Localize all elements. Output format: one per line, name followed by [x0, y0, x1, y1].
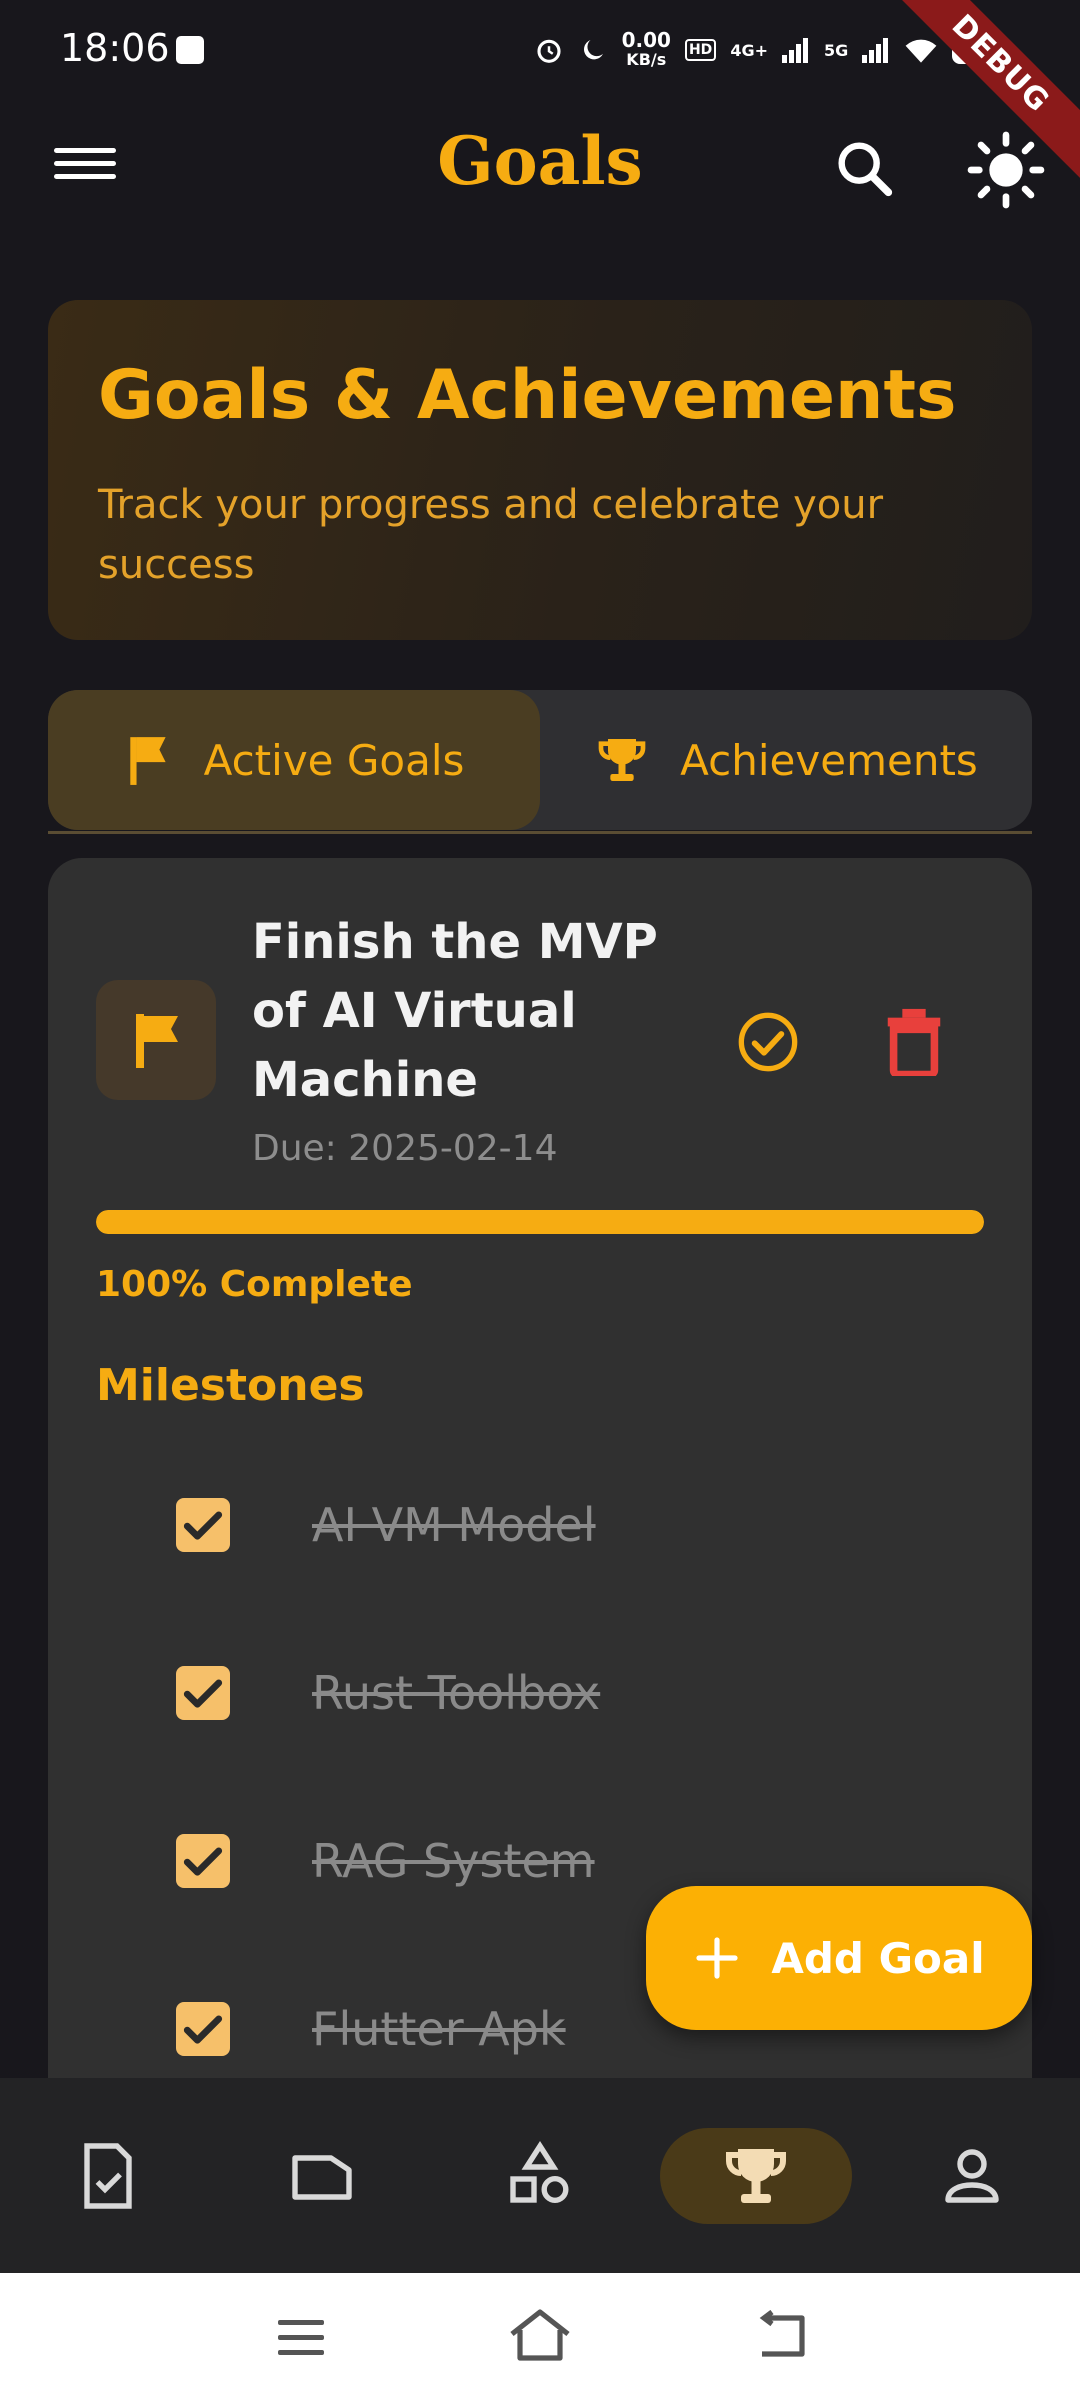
home-button[interactable]	[508, 2308, 572, 2364]
task-check-icon	[84, 2143, 132, 2209]
goal-title: Finish the MVP of AI Virtual Machine	[252, 914, 658, 1108]
checkmark-icon	[183, 1679, 223, 1708]
delete-goal-button[interactable]	[884, 1006, 944, 1079]
person-icon	[945, 2149, 999, 2203]
usb-debug-icon	[176, 36, 204, 64]
signal-bars-icon	[781, 38, 808, 63]
add-goal-button[interactable]: Add Goal	[646, 1886, 1032, 2030]
milestone-label: AI VM Model	[312, 1498, 596, 1552]
milestone-label: Rust Toolbox	[312, 1666, 601, 1720]
nav-item-notes[interactable]	[286, 2140, 358, 2212]
tab-label-active-goals: Active Goals	[203, 735, 465, 785]
home-icon	[510, 2309, 570, 2361]
hero-title: Goals & Achievements	[98, 356, 957, 435]
wifi-icon	[905, 39, 937, 63]
milestone-item[interactable]: RAG System	[176, 1834, 595, 1888]
trash-icon	[887, 1008, 941, 1079]
recent-apps-button[interactable]	[276, 2316, 326, 2360]
tab-active-goals-content: Active Goals	[48, 690, 540, 830]
trophy-icon	[598, 739, 646, 781]
back-button[interactable]	[754, 2309, 810, 2362]
plus-icon	[696, 1937, 738, 1979]
goal-progress-bar	[96, 1210, 984, 1234]
goal-due-date: Due: 2025-02-14	[252, 1128, 558, 1169]
menu-lines-icon	[278, 2320, 324, 2355]
hd-icon: HD	[684, 39, 717, 61]
nav-item-shapes[interactable]	[504, 2140, 576, 2212]
milestone-item[interactable]: Flutter Apk	[176, 2002, 566, 2056]
milestone-checkbox[interactable]	[176, 1834, 230, 1888]
net-speed-value: 0.00	[621, 28, 671, 52]
milestone-checkbox[interactable]	[176, 2002, 230, 2056]
milestone-item[interactable]: Rust Toolbox	[176, 1666, 600, 1720]
folder-icon	[292, 2155, 352, 2200]
nav-item-tasks[interactable]	[72, 2140, 144, 2212]
trophy-icon	[726, 2149, 786, 2203]
milestone-checkbox[interactable]	[176, 1498, 230, 1552]
hero-subtitle: Track your progress and celebrate your s…	[98, 482, 884, 588]
shapes-icon	[510, 2141, 569, 2203]
sun-icon	[967, 131, 1045, 209]
check-circle-icon	[738, 1012, 798, 1072]
theme-toggle-button[interactable]	[966, 130, 1046, 210]
alarm-icon	[537, 39, 561, 63]
back-arrow-icon	[759, 2309, 805, 2357]
tab-achievements[interactable]: Achievements	[540, 690, 1032, 830]
checkmark-icon	[183, 1511, 223, 1540]
signal-label-1: 4G+	[730, 40, 768, 60]
tab-label-achievements: Achievements	[680, 735, 978, 785]
goal-progress-text: 100% Complete	[96, 1264, 413, 1305]
flag-icon	[136, 1014, 178, 1068]
page-title: Goals	[437, 122, 643, 200]
checkmark-icon	[183, 2015, 223, 2044]
add-goal-label: Add Goal	[771, 1933, 985, 1983]
nav-item-goals[interactable]	[720, 2140, 792, 2212]
goal-progress-fill	[96, 1210, 984, 1234]
milestone-checkbox[interactable]	[176, 1666, 230, 1720]
status-time: 18:06	[60, 26, 170, 70]
net-speed-unit: KB/s	[626, 50, 667, 69]
search-icon	[838, 142, 893, 197]
tab-divider	[48, 831, 1032, 834]
milestones-heading: Milestones	[96, 1360, 365, 1411]
milestone-label: Flutter Apk	[312, 2002, 566, 2056]
checkmark-icon	[183, 1847, 223, 1876]
moon-icon	[583, 40, 603, 60]
net-speed: 0.00 KB/s	[622, 30, 671, 70]
signal-bars-icon-2	[862, 38, 889, 63]
milestone-item[interactable]: AI VM Model	[176, 1498, 596, 1552]
search-button[interactable]	[830, 134, 900, 204]
goal-icon-box	[96, 980, 216, 1100]
nav-item-profile[interactable]	[936, 2140, 1008, 2212]
signal-label-2: 5G	[823, 40, 849, 60]
milestone-label: RAG System	[312, 1834, 595, 1888]
flag-icon	[129, 737, 166, 785]
complete-goal-button[interactable]	[736, 1010, 800, 1074]
